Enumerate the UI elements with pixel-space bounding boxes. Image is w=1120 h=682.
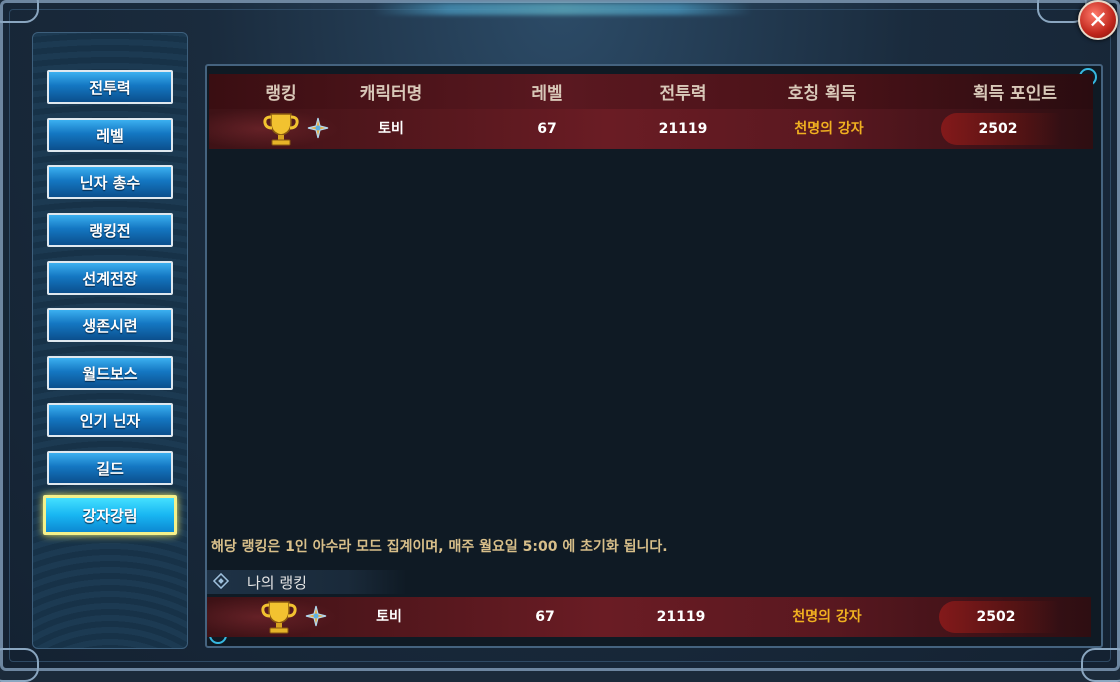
column-header-name: 캐릭터명 xyxy=(359,84,423,104)
cell-title: 천명의 강자 xyxy=(794,121,864,137)
sidebar-item-ninja-total[interactable]: 닌자 총수 xyxy=(47,165,173,199)
diamond-icon xyxy=(213,573,229,589)
sidebar-item-strongest-arrival[interactable]: 강자강림 xyxy=(43,495,177,535)
table-header: 랭킹 캐릭터명 레벨 전투력 호칭 획득 획득 포인트 xyxy=(209,74,1093,114)
sidebar-item-guild[interactable]: 길드 xyxy=(47,451,173,485)
my-ranking-label: 나의 랭킹 xyxy=(247,574,307,592)
cell-name: 토비 xyxy=(376,609,402,625)
column-header-power: 전투력 xyxy=(659,84,707,104)
corner-ornament xyxy=(0,648,39,682)
sidebar-item-label: 선계전장 xyxy=(82,269,138,288)
sidebar-item-label: 생존시련 xyxy=(82,316,138,335)
cell-level: 67 xyxy=(535,609,555,625)
cell-points: 2502 xyxy=(976,609,1016,625)
cell-power: 21119 xyxy=(658,121,708,137)
my-ranking-row[interactable]: 토비 67 21119 천명의 강자 2502 xyxy=(207,597,1091,637)
sidebar-item-label: 인기 닌자 xyxy=(79,411,141,430)
cell-level: 67 xyxy=(537,121,557,137)
sidebar-item-label: 월드보스 xyxy=(82,364,138,383)
top-ornament xyxy=(373,3,753,15)
sidebar-item-survival-trial[interactable]: 생존시련 xyxy=(47,308,173,342)
sidebar-item-label: 닌자 총수 xyxy=(79,173,141,192)
column-header-rank: 랭킹 xyxy=(265,84,297,104)
category-sidebar: 전투력 레벨 닌자 총수 랭킹전 선계전장 생존시련 월드보스 인기 닌자 길드… xyxy=(32,32,188,649)
sidebar-item-label: 길드 xyxy=(96,459,124,478)
my-ranking-header: 나의 랭킹 xyxy=(207,570,407,594)
sidebar-item-label: 강자강림 xyxy=(82,506,138,525)
corner-ornament xyxy=(0,0,39,23)
sidebar-item-label: 전투력 xyxy=(89,78,131,97)
close-button[interactable]: ✕ xyxy=(1078,0,1118,40)
sidebar-item-label: 랭킹전 xyxy=(89,221,131,240)
shuriken-icon xyxy=(307,117,329,139)
trophy-icon xyxy=(261,601,297,634)
close-icon: ✕ xyxy=(1087,6,1109,34)
column-header-title: 호칭 획득 xyxy=(787,84,857,104)
sidebar-item-ranking-battle[interactable]: 랭킹전 xyxy=(47,213,173,247)
cell-power: 21119 xyxy=(656,609,706,625)
sidebar-item-label: 레벨 xyxy=(96,126,124,145)
cell-title: 천명의 강자 xyxy=(792,609,862,625)
cell-name: 토비 xyxy=(378,121,404,137)
sidebar-item-level[interactable]: 레벨 xyxy=(47,118,173,152)
sidebar-item-celestial-battlefield[interactable]: 선계전장 xyxy=(47,261,173,295)
ranking-panel: 랭킹 캐릭터명 레벨 전투력 호칭 획득 획득 포인트 토비 67 21119 … xyxy=(205,64,1103,648)
trophy-icon xyxy=(263,113,299,146)
corner-ornament xyxy=(1081,648,1120,682)
column-header-level: 레벨 xyxy=(531,84,563,104)
sidebar-item-popular-ninja[interactable]: 인기 닌자 xyxy=(47,403,173,437)
sidebar-item-world-boss[interactable]: 월드보스 xyxy=(47,356,173,390)
reset-notice: 해당 랭킹은 1인 아수라 모드 집계이며, 매주 월요일 5:00 에 초기화… xyxy=(211,539,668,555)
cell-points: 2502 xyxy=(978,121,1018,137)
shuriken-icon xyxy=(305,605,327,627)
table-row[interactable]: 토비 67 21119 천명의 강자 2502 xyxy=(209,109,1093,149)
sidebar-item-combat-power[interactable]: 전투력 xyxy=(47,70,173,104)
column-header-points: 획득 포인트 xyxy=(972,84,1058,104)
